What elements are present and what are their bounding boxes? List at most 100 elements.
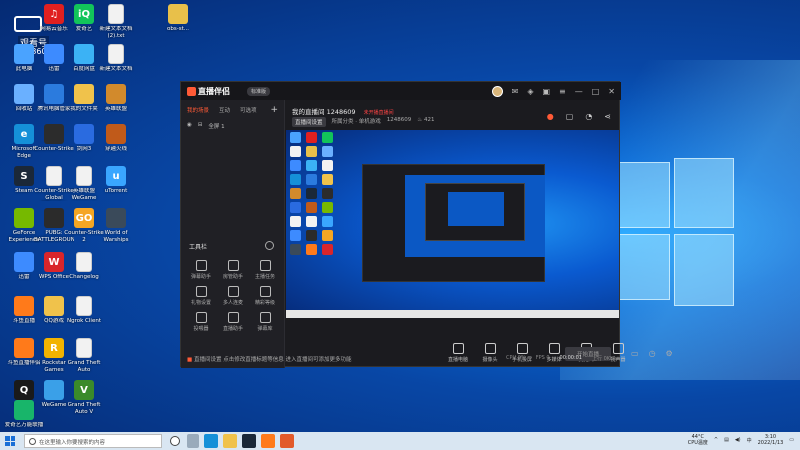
live-app-icon[interactable] [261, 434, 275, 448]
link-icon [227, 286, 239, 297]
preview-mini-icon [322, 174, 333, 185]
room-id: 1248609 [386, 117, 412, 123]
room-meta-row: 直播间设置 所属分类 · 单机游戏 1248609 ♨ 421 [292, 117, 434, 127]
preview-nested-window-2 [425, 183, 525, 241]
volume-icon[interactable]: ◀) [735, 437, 741, 443]
desktop-icon[interactable]: V Grand Theft Auto V [64, 380, 104, 415]
minimize-icon[interactable]: — [575, 87, 583, 96]
preview-mini-icon [290, 188, 301, 199]
lock-icon[interactable]: ⊟ [198, 122, 203, 130]
preview-mini-icon [306, 188, 317, 199]
app-icon: u [106, 166, 126, 186]
app-icon: Q [14, 380, 34, 400]
desktop-icon[interactable]: u uTorrent [96, 166, 136, 201]
weather-widget[interactable]: 44°C CPU温度 [688, 434, 708, 446]
avatar[interactable] [491, 86, 503, 97]
file-explorer-icon[interactable] [223, 434, 237, 448]
app-icon [108, 44, 124, 64]
scene-item[interactable]: ◉ ⊟ 全屏 1 [187, 122, 225, 130]
app-icon [44, 84, 64, 104]
left-panel: 我的场景 互动 可选项 + ◉ ⊟ 全屏 1 工具栏 弹幕助手 房管助手 主播任… [181, 100, 285, 368]
desktop-icon[interactable]: 英雄联盟 [96, 84, 136, 119]
app-icon [168, 4, 188, 24]
close-icon[interactable]: ✕ [608, 87, 615, 96]
desktop-icon[interactable]: 新建文本文档 [96, 44, 136, 79]
gift-icon [195, 286, 207, 297]
notification-icon[interactable]: ▭ [789, 437, 794, 443]
desktop-icon[interactable]: Ngrok Client [64, 296, 104, 331]
app-icon [14, 296, 34, 316]
preview-mini-icon [306, 146, 317, 157]
gift-icon[interactable]: ▣ [542, 87, 550, 96]
preview-mini-icon [322, 146, 333, 157]
desktop-icon-label: Changelog [69, 274, 99, 280]
record-video-icon[interactable]: ▭ [631, 349, 639, 358]
taskbar-clock[interactable]: 3:10 2022/1/13 [758, 434, 784, 446]
app-icon: GO [74, 208, 94, 228]
settings-gear-icon[interactable]: ⚙ [666, 349, 673, 358]
desktop-icon[interactable]: Changelog [64, 252, 104, 287]
tool-level[interactable]: 精彩等级 [249, 286, 281, 306]
tool-room-admin[interactable]: 房管助手 [217, 260, 249, 280]
preview-mini-icon [322, 230, 333, 241]
task-view-icon[interactable] [187, 434, 199, 448]
app-icon [106, 208, 126, 228]
desktop-icon[interactable]: World of Warships [96, 208, 136, 243]
ime-icon[interactable]: 中 [747, 437, 752, 444]
main-area: 我的直播间 1248609 未开播直播间 直播间设置 所属分类 · 单机游戏 1… [286, 100, 673, 363]
desktop-icon[interactable]: Grand Theft Auto [64, 338, 104, 373]
eye-icon[interactable]: ◉ [187, 122, 192, 130]
app-icon [74, 44, 94, 64]
preview-mini-icon [322, 216, 333, 227]
screenshot-icon[interactable]: ▢ [566, 112, 574, 121]
app-title-bar[interactable]: 直播伴侣 标准版 ✉ ◈ ▣ ≡ — □ ✕ [181, 82, 621, 100]
timer-icon[interactable]: ◷ [649, 349, 656, 358]
message-icon[interactable]: ✉ [512, 87, 519, 96]
desktop-icon[interactable]: 穿越火线 [96, 124, 136, 159]
taskbar-search-input[interactable]: 在这里输入你要搜索的内容 [24, 434, 162, 448]
tool-feeder[interactable]: 投喂器 [185, 312, 217, 332]
room-settings-tag[interactable]: 直播间设置 [292, 117, 326, 127]
chevron-up-icon[interactable]: ^ [714, 437, 718, 443]
live-streaming-app-window[interactable]: 直播伴侣 标准版 ✉ ◈ ▣ ≡ — □ ✕ 我的场景 互动 可选项 + ◉ ⊟… [180, 81, 673, 368]
preview-mini-icon [322, 202, 333, 213]
record-icon[interactable]: ● [547, 112, 554, 121]
share-icon[interactable]: ⋖ [604, 112, 611, 121]
tool-live-assistant[interactable]: 直播助手 [217, 312, 249, 332]
preview-mini-icon [290, 244, 301, 255]
app-name: 直播伴侣 [198, 87, 230, 96]
room-hot: ♨ 421 [417, 117, 435, 123]
preview-mini-icon [322, 160, 333, 171]
tab-interact[interactable]: 互动 [219, 106, 230, 114]
add-scene-icon[interactable]: + [270, 105, 278, 115]
obs-icon[interactable] [280, 434, 294, 448]
tab-my-scenes[interactable]: 我的场景 [187, 106, 209, 114]
tool-multi-link[interactable]: 多人连麦 [217, 286, 249, 306]
start-button[interactable] [5, 436, 15, 446]
tools-settings-icon[interactable] [265, 241, 274, 250]
app-icon [44, 380, 64, 400]
tool-gift-settings[interactable]: 礼物设置 [185, 286, 217, 306]
notice-bar[interactable]: ■ 直播间设置 点击修改直播标题等信息 进入直播间可添加更多功能 [181, 352, 621, 366]
tool-danmu-helper[interactable]: 弹幕助手 [185, 260, 217, 280]
maximize-icon[interactable]: □ [592, 87, 600, 96]
app-icon [14, 84, 34, 104]
live-preview-canvas[interactable] [286, 130, 619, 318]
app-icon [14, 252, 34, 272]
steam-icon[interactable] [242, 434, 256, 448]
desktop-icon[interactable]: 新建文本文档 (2).txt [96, 4, 136, 39]
tab-options[interactable]: 可选项 [240, 106, 257, 114]
menu-icon[interactable]: ≡ [559, 87, 566, 96]
tool-danmu-library[interactable]: 弹幕库 [249, 312, 281, 332]
bell-icon[interactable]: ◔ [585, 112, 592, 121]
cortana-icon[interactable] [170, 436, 180, 446]
network-icon[interactable]: ▤ [724, 437, 729, 443]
app-icon: ♫ [44, 4, 64, 24]
app-icon [46, 166, 62, 186]
scene-item-label: 全屏 1 [208, 124, 225, 130]
desktop-icon-label: Ngrok Client [67, 318, 101, 324]
tool-streamer-task[interactable]: 主播任务 [249, 260, 281, 280]
skin-icon[interactable]: ◈ [527, 87, 533, 96]
desktop-icon[interactable]: obs-st... [158, 4, 198, 39]
edge-icon[interactable] [204, 434, 218, 448]
